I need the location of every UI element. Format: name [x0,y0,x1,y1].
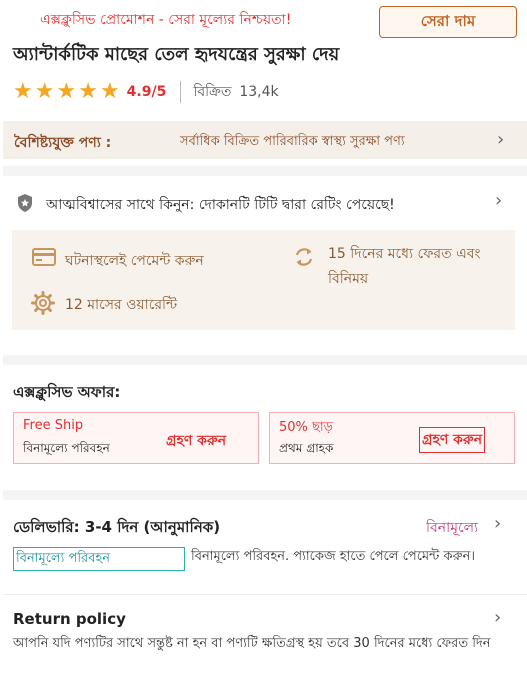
coupon-subtitle: বিনামূল্যে পরিবহন [23,441,110,455]
row-divider [3,594,527,595]
star-icon: ★ [13,79,33,104]
credit-card-icon [32,248,56,270]
cod-text: ঘটনাস্থলেই পেমেন্ট করুন [65,253,204,269]
delivery-free-link[interactable]: বিনামূল্যে [426,516,478,540]
shipping-description: বিনামূল্যে পরিবহন. প্যাকেজ হাতে পেলে পেম… [191,549,475,564]
star-icon: ★ [34,79,55,104]
featured-label: বৈশিষ্ট্যযুক্ত পণ্য : [14,135,112,151]
return-policy-text: আপনি যদি পণ্যটির সাথে সন্তুষ্ট না হন বা … [13,636,491,651]
gear-icon [31,291,55,319]
divider [180,81,182,103]
rating-stars: ★ ★ ★ ★ ★ [13,81,122,103]
return-exchange-text-line2: বিনিময় [328,271,369,287]
free-shipping-chip: বিনামূল্যে পরিবহন [13,547,185,571]
coupon-subtitle: প্রথম গ্রাহক [279,441,334,455]
section-divider [3,166,527,176]
coupon-title: Free Ship [23,418,84,433]
return-policy-title[interactable]: Return policy [13,610,126,628]
coupon-free-ship: Free Ship বিনামূল্যে পরিবহন গ্রহণ করুন [13,412,259,464]
rating-score: 4.9/5 [126,84,167,100]
chevron-right-icon[interactable]: › [494,607,501,628]
coupon-discount: 50% ছাড় প্রথম গ্রাহক গ্রহণ করুন [269,412,515,464]
promo-text: এক্সক্লুসিভ প্রোমোশন - সেরা মূল্যের নিশ্… [40,12,292,28]
best-price-button[interactable]: সেরা দাম [379,6,517,38]
rating-row: ★ ★ ★ ★ ★ 4.9/5 বিক্রিত 13,4k [13,80,279,104]
delivery-title: ডেলিভারি: 3-4 দিন (আনুমানিক) [13,518,221,536]
chevron-right-icon[interactable]: › [494,513,501,534]
featured-text: সর্বাধিক বিক্রিত পারিবারিক স্বাস্থ্য সুর… [180,134,405,149]
shield-icon [16,193,34,217]
offers-title: এক্সক্লুসিভ অফার: [13,383,121,401]
warranty-text: 12 মাসের ওয়ারেন্টি [65,297,178,313]
coupon-title: 50% ছাড় [279,420,333,435]
star-icon: ★ [78,79,98,104]
sold-count: 13,4k [239,84,279,100]
trust-row[interactable]: আত্মবিশ্বাসের সাথে কিনুন: দোকানটি টিটি দ… [3,184,527,220]
section-divider [3,490,527,500]
promo-bar: এক্সক্লুসিভ প্রোমোশন - সেরা মূল্যের নিশ্… [0,0,527,38]
claim-button[interactable]: গ্রহণ করুন [419,427,486,453]
claim-button[interactable]: গ্রহণ করুন [166,429,226,453]
star-icon: ★ [56,79,77,104]
product-title: অ্যান্টার্কটিক মাছের তেল হৃদযন্ত্রের সুর… [13,44,340,65]
sold-label: বিক্রিত [193,84,232,100]
chevron-right-icon: › [497,129,505,150]
trust-text: আত্মবিশ্বাসের সাথে কিনুন: দোকানটি টিটি দ… [46,197,395,213]
refresh-icon [293,246,315,272]
featured-product-bar[interactable]: বৈশিষ্ট্যযুক্ত পণ্য : সর্বাধিক বিক্রিত প… [3,121,527,159]
chevron-right-icon: › [495,190,503,211]
service-box: ঘটনাস্থলেই পেমেন্ট করুন 15 দিনের মধ্যে ফ… [12,230,515,330]
star-icon: ★ [99,79,120,104]
return-exchange-text-line1: 15 দিনের মধ্যে ফেরত এবং [328,246,481,262]
section-divider [3,355,527,365]
